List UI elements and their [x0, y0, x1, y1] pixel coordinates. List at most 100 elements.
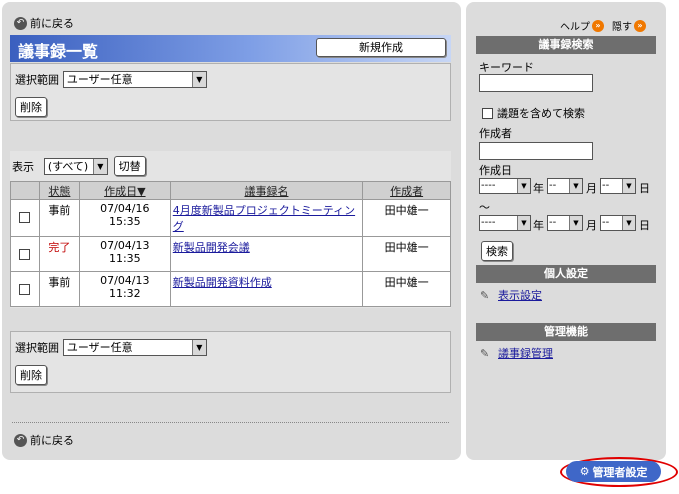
- help-label: ヘルプ: [560, 22, 590, 33]
- row-checkbox[interactable]: [19, 249, 31, 260]
- from-year-select[interactable]: ---- ▼: [479, 178, 531, 194]
- status-cell: 事前: [38, 271, 80, 307]
- col-status[interactable]: 状態: [38, 181, 80, 200]
- range-select[interactable]: ユーザー任意 ▼: [62, 339, 207, 356]
- list-box: 表示 (すべて) ▼ 切替 状態 作成日▼ 議事録名 作成者 事前 07/04/…: [10, 151, 451, 308]
- table-header-row: 状態 作成日▼ 議事録名 作成者: [10, 181, 451, 200]
- to-month-select[interactable]: -- ▼: [547, 215, 583, 231]
- minutes-admin-link[interactable]: 議事録管理: [498, 345, 553, 361]
- from-day-value: --: [602, 180, 610, 191]
- chevron-down-icon: ▼: [622, 216, 635, 230]
- search-header: 議事録検索: [476, 36, 656, 54]
- minutes-admin-item[interactable]: ✎ 議事録管理: [480, 345, 553, 361]
- display-settings-item[interactable]: ✎ 表示設定: [480, 287, 542, 303]
- table-row: 事前 07/04/13 11:32 新製品開発資料作成 田中雄一: [10, 271, 451, 307]
- to-year-select[interactable]: ---- ▼: [479, 215, 531, 231]
- back-link-bottom[interactable]: ↶ 前に戻る: [14, 432, 74, 448]
- name-cell: 4月度新製品プロジェクトミーティング: [169, 199, 364, 237]
- admin-tools-icon: ⚙: [579, 465, 590, 478]
- back-arrow-icon: ↶: [14, 16, 27, 30]
- col-name[interactable]: 議事録名: [169, 181, 364, 200]
- switch-button[interactable]: 切替: [113, 156, 146, 176]
- author-cell: 田中雄一: [362, 271, 451, 307]
- delete-button[interactable]: 削除: [15, 365, 47, 385]
- page-title: 議事録一覧: [18, 42, 99, 61]
- hide-label: 隠す: [612, 22, 632, 33]
- display-select-value: (すべて): [47, 160, 89, 173]
- from-year-value: ----: [481, 180, 496, 191]
- new-button[interactable]: 新規作成: [316, 38, 446, 57]
- hide-link[interactable]: 隠す »: [612, 18, 646, 33]
- author-cell: 田中雄一: [362, 236, 451, 272]
- day-unit: 日: [639, 182, 650, 195]
- time-text: 11:35: [108, 252, 141, 265]
- back-link-top[interactable]: ↶ 前に戻る: [14, 15, 74, 31]
- to-day-value: --: [602, 217, 610, 228]
- time-text: 15:35: [108, 215, 141, 228]
- bottom-filter-box: 選択範囲 ユーザー任意 ▼ 削除: [10, 331, 451, 393]
- table-row: 完了 07/04/13 11:35 新製品開発会議 田中雄一: [10, 236, 451, 272]
- chevron-down-icon: ▼: [92, 159, 107, 174]
- date-text: 07/04/13: [100, 274, 150, 287]
- pencil-icon: ✎: [480, 289, 490, 302]
- chevron-down-icon: ▼: [191, 72, 206, 87]
- display-settings-link[interactable]: 表示設定: [498, 287, 542, 303]
- display-select[interactable]: (すべて) ▼: [43, 158, 108, 175]
- col-author[interactable]: 作成者: [362, 181, 451, 200]
- admin-settings-button[interactable]: ⚙ 管理者設定: [566, 461, 661, 482]
- month-unit: 月: [586, 182, 597, 195]
- year-unit: 年: [533, 182, 544, 195]
- chevron-down-icon: ▼: [569, 216, 582, 230]
- include-title-checkbox[interactable]: [482, 107, 493, 119]
- back-label: 前に戻る: [30, 17, 74, 30]
- minutes-link[interactable]: 新製品開発会議: [173, 241, 250, 254]
- delete-button[interactable]: 削除: [15, 97, 47, 117]
- range-select-value: ユーザー任意: [66, 73, 133, 86]
- time-text: 11:32: [108, 287, 141, 300]
- author-input[interactable]: [479, 142, 593, 160]
- from-month-select[interactable]: -- ▼: [547, 178, 583, 194]
- minutes-link[interactable]: 新製品開発資料作成: [173, 276, 272, 289]
- include-title-label: 議題を含めて検索: [497, 107, 585, 120]
- double-chevron-icon: »: [592, 19, 604, 32]
- status-cell: 完了: [38, 236, 80, 272]
- admin-header: 管理機能: [476, 323, 656, 341]
- col-date[interactable]: 作成日▼: [78, 181, 171, 200]
- help-link[interactable]: ヘルプ »: [560, 18, 604, 33]
- to-month-value: --: [549, 217, 557, 228]
- row-checkbox-cell: [10, 199, 40, 237]
- row-checkbox[interactable]: [19, 284, 31, 295]
- date-cell: 07/04/16 15:35: [78, 199, 171, 237]
- chevron-down-icon: ▼: [517, 216, 530, 230]
- name-cell: 新製品開発会議: [169, 236, 364, 272]
- day-unit: 日: [639, 219, 650, 232]
- chevron-down-icon: ▼: [517, 179, 530, 193]
- to-day-select[interactable]: -- ▼: [600, 215, 636, 231]
- keyword-input[interactable]: [479, 74, 593, 92]
- range-select[interactable]: ユーザー任意 ▼: [62, 71, 207, 88]
- from-month-value: --: [549, 180, 557, 191]
- date-label: 作成日: [479, 164, 512, 177]
- author-label: 作成者: [479, 127, 512, 140]
- title-bar: 議事録一覧 新規作成: [10, 35, 451, 62]
- to-year-value: ----: [481, 217, 496, 228]
- range-label: 選択範囲: [15, 341, 59, 355]
- chevron-down-icon: ▼: [622, 179, 635, 193]
- side-panel: ヘルプ » 隠す » 議事録検索 キーワード 議題を含めて検索 作成者 作成日 …: [466, 2, 666, 460]
- range-label: 選択範囲: [15, 73, 59, 87]
- display-label: 表示: [12, 160, 34, 174]
- year-unit: 年: [533, 219, 544, 232]
- search-button[interactable]: 検索: [481, 241, 513, 261]
- minutes-table: 状態 作成日▼ 議事録名 作成者 事前 07/04/16 15:35 4月度新製…: [10, 181, 451, 307]
- include-title-option: 議題を含めて検索: [482, 105, 585, 121]
- back-arrow-icon: ↶: [14, 433, 27, 447]
- date-cell: 07/04/13 11:35: [78, 236, 171, 272]
- chevron-down-icon: ▼: [191, 340, 206, 355]
- name-cell: 新製品開発資料作成: [169, 271, 364, 307]
- date-text: 07/04/16: [100, 202, 150, 215]
- table-row: 事前 07/04/16 15:35 4月度新製品プロジェクトミーティング 田中雄…: [10, 199, 451, 237]
- month-unit: 月: [586, 219, 597, 232]
- from-day-select[interactable]: -- ▼: [600, 178, 636, 194]
- row-checkbox[interactable]: [19, 212, 31, 223]
- minutes-link[interactable]: 4月度新製品プロジェクトミーティング: [173, 204, 355, 233]
